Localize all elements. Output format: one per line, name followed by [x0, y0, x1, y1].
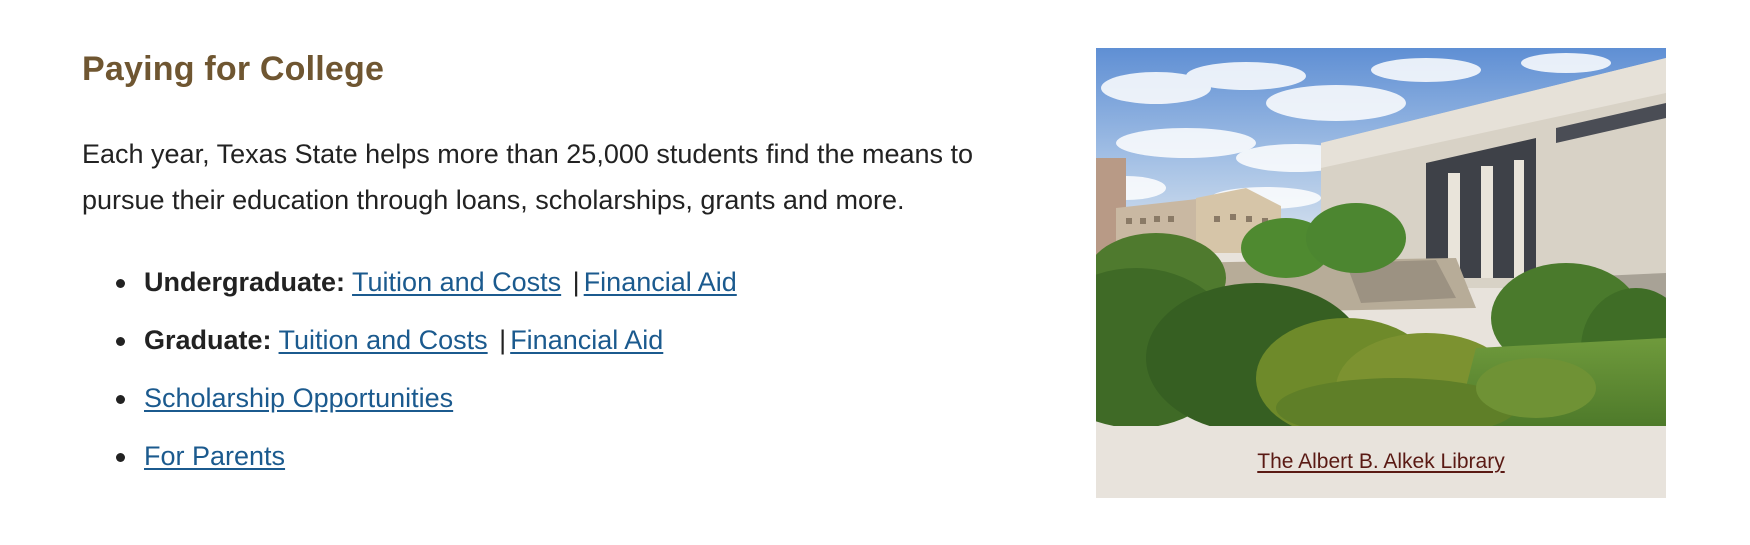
- scholarship-opportunities-link[interactable]: Scholarship Opportunities: [144, 383, 453, 413]
- bullet-icon: [116, 395, 125, 404]
- list-item-graduate: Graduate: Tuition and Costs | Financial A…: [82, 311, 1032, 369]
- library-photo-illustration: [1096, 48, 1666, 426]
- for-parents-link[interactable]: For Parents: [144, 441, 285, 471]
- section-title: Paying for College: [82, 50, 385, 88]
- resource-links-list: Undergraduate: Tuition and Costs | Financ…: [82, 253, 1032, 485]
- link-separator: |: [572, 267, 580, 297]
- graduate-tuition-link[interactable]: Tuition and Costs: [279, 325, 488, 355]
- library-caption-link[interactable]: The Albert B. Alkek Library: [1257, 450, 1504, 474]
- bullet-icon: [116, 453, 125, 462]
- list-item-scholarships: Scholarship Opportunities: [82, 369, 1032, 427]
- undergraduate-tuition-link[interactable]: Tuition and Costs: [352, 267, 561, 297]
- list-item-parents: For Parents: [82, 427, 1032, 485]
- paying-for-college-section: Paying for College Each year, Texas Stat…: [82, 50, 1032, 485]
- undergraduate-label: Undergraduate:: [144, 267, 346, 297]
- library-figure: The Albert B. Alkek Library: [1096, 48, 1666, 498]
- graduate-label: Graduate:: [144, 325, 272, 355]
- list-item-undergraduate: Undergraduate: Tuition and Costs | Financ…: [82, 253, 1032, 311]
- undergraduate-financial-aid-link[interactable]: Financial Aid: [584, 267, 737, 297]
- library-photo: [1096, 48, 1666, 426]
- figure-caption: The Albert B. Alkek Library: [1096, 426, 1666, 498]
- graduate-financial-aid-link[interactable]: Financial Aid: [510, 325, 663, 355]
- link-separator: |: [499, 325, 507, 355]
- bullet-icon: [116, 279, 125, 288]
- bullet-icon: [116, 337, 125, 346]
- intro-paragraph: Each year, Texas State helps more than 2…: [82, 139, 974, 215]
